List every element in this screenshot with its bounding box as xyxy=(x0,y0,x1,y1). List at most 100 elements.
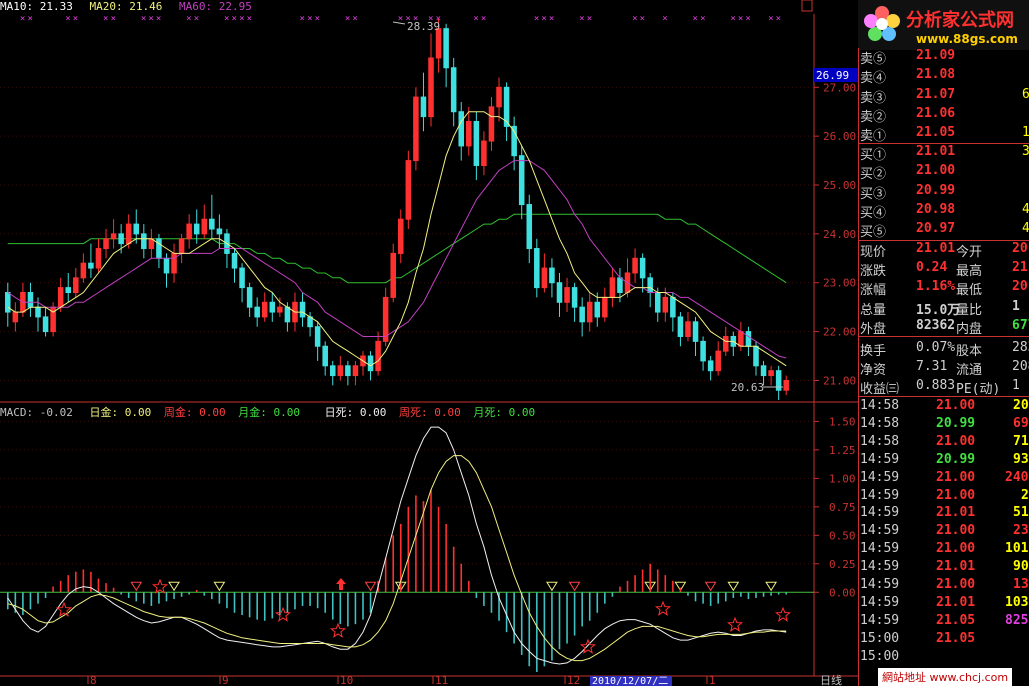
tick-price: 21.00 xyxy=(936,577,976,592)
order-book-row: 卖⑤ 21.09 xyxy=(858,48,1029,67)
signal-cross-mark: × xyxy=(239,14,244,24)
low-price-label: 20.63 xyxy=(731,381,764,394)
tick-price: 21.00 xyxy=(936,541,976,557)
ma60-legend: MA60: 22.95 xyxy=(178,0,252,13)
high-price-label: 28.39 xyxy=(407,20,440,33)
candle-body xyxy=(246,287,253,308)
dif-line xyxy=(7,426,787,665)
signal-cross-mark: × xyxy=(481,14,486,24)
candle-body xyxy=(738,331,744,347)
quote-value: 0.07% xyxy=(916,340,956,355)
book-label: 买① xyxy=(860,148,887,163)
tick-price: 20.99 xyxy=(936,415,976,431)
quote-row: 净资 7.31 流通 208 xyxy=(858,359,1029,378)
candle-body xyxy=(88,262,94,269)
quote-value: 82362 xyxy=(916,317,956,333)
quote-key: 外盘 xyxy=(860,321,887,337)
price-tick-label: 21.00 xyxy=(823,374,856,387)
quote-value: 1.16% xyxy=(916,279,956,295)
candle-body xyxy=(141,233,147,250)
candle-body xyxy=(488,106,495,142)
signal-cross-mark: × xyxy=(315,14,320,24)
ma60-line xyxy=(7,213,787,284)
signal-cross-mark: × xyxy=(640,14,645,24)
quote-key: 今开 xyxy=(956,245,983,260)
candle-body xyxy=(647,277,653,294)
book-price: 20.99 xyxy=(916,182,956,198)
candle-body xyxy=(57,287,64,308)
ma-legend: MA10: 21.33 MA20: 21.46 MA60: 22.95 xyxy=(0,0,252,13)
macd-tick-label: 0.00 xyxy=(829,586,856,599)
candle-body xyxy=(594,301,601,318)
book-label: 卖② xyxy=(860,109,887,125)
candle-body xyxy=(345,365,351,377)
candle-body xyxy=(549,267,555,284)
book-label: 卖① xyxy=(860,129,887,145)
quote-key: PE(动) xyxy=(956,382,1001,398)
candle-body xyxy=(722,335,729,352)
candle-body xyxy=(443,28,449,69)
candle-body xyxy=(12,311,19,323)
tick-row: 14:58 21.00 20 xyxy=(858,398,1029,417)
dif-path xyxy=(7,426,787,665)
quote-value: 677 xyxy=(1012,317,1029,333)
candle-body xyxy=(73,277,79,294)
order-book-row: 卖① 21.05 1 xyxy=(858,125,1029,144)
candle-body xyxy=(753,345,759,367)
tick-time: 14:59 xyxy=(860,451,900,467)
current-price-tag: 26.99 xyxy=(816,69,849,82)
candle-body xyxy=(420,96,427,118)
signal-cross-mark: × xyxy=(579,14,584,24)
signal-cross-mark: × xyxy=(730,14,735,24)
candle-body xyxy=(654,292,661,313)
candle-body xyxy=(435,28,442,59)
tick-price: 21.01 xyxy=(936,594,976,610)
tick-price: 21.00 xyxy=(936,433,976,449)
candle-body xyxy=(261,301,268,318)
quote-row: 收益㈢ 0.883 PE(动) 1 xyxy=(858,378,1029,397)
order-book-row: 卖② 21.06 xyxy=(858,106,1029,125)
quote-key: 现价 xyxy=(860,245,887,260)
candle-body xyxy=(768,370,774,377)
rijin-label: 日金: 0.00 xyxy=(89,406,152,419)
signal-cross-mark: × xyxy=(662,14,667,24)
tick-price: 21.05 xyxy=(936,612,976,628)
quote-row: 涨幅 1.16% 最低 20 xyxy=(858,279,1029,298)
candle-body xyxy=(518,155,525,206)
tick-time: 14:59 xyxy=(860,469,900,485)
window-close-box[interactable] xyxy=(801,0,813,12)
quote-key: 最高 xyxy=(956,264,983,280)
tick-row: 14:59 21.00 13 xyxy=(858,577,1029,596)
quote-value: 1 xyxy=(1012,378,1020,394)
quote-value: 15.0万 xyxy=(916,302,961,318)
quote-value: 21 xyxy=(1012,260,1028,276)
signal-cross-mark: × xyxy=(300,14,305,24)
candle-body xyxy=(284,306,291,323)
quote-value: 20 xyxy=(1012,241,1028,256)
tick-price: 21.00 xyxy=(936,398,976,413)
signal-cross-mark: × xyxy=(541,14,546,24)
tick-time: 14:59 xyxy=(860,487,900,503)
cross-signal-triangle xyxy=(727,581,740,592)
tick-volume: 2 xyxy=(1021,487,1029,503)
tick-row: 15:00 21.05 xyxy=(858,631,1029,650)
macd-tick-label: 1.25 xyxy=(829,444,856,457)
xaxis-month: 1 xyxy=(709,674,716,686)
tick-price: 20.99 xyxy=(936,451,976,467)
quote-key: 流通 xyxy=(956,363,983,379)
candle-body xyxy=(156,238,162,259)
candle-body xyxy=(564,287,570,303)
signal-cross-mark: × xyxy=(776,14,781,24)
signal-cross-mark: × xyxy=(224,14,229,24)
period-label[interactable]: 日线 xyxy=(820,673,842,686)
tick-volume: 101 xyxy=(1005,541,1029,557)
tick-volume: 825 xyxy=(1005,612,1029,628)
candle-body xyxy=(556,282,563,303)
candle-body xyxy=(602,296,608,318)
candle-body xyxy=(677,316,684,337)
candle-body xyxy=(745,331,752,347)
signal-cross-mark: × xyxy=(549,14,554,24)
macd-tick-label: 0.25 xyxy=(829,558,856,571)
book-price: 21.06 xyxy=(916,105,956,121)
up-arrow-icon xyxy=(336,578,346,590)
